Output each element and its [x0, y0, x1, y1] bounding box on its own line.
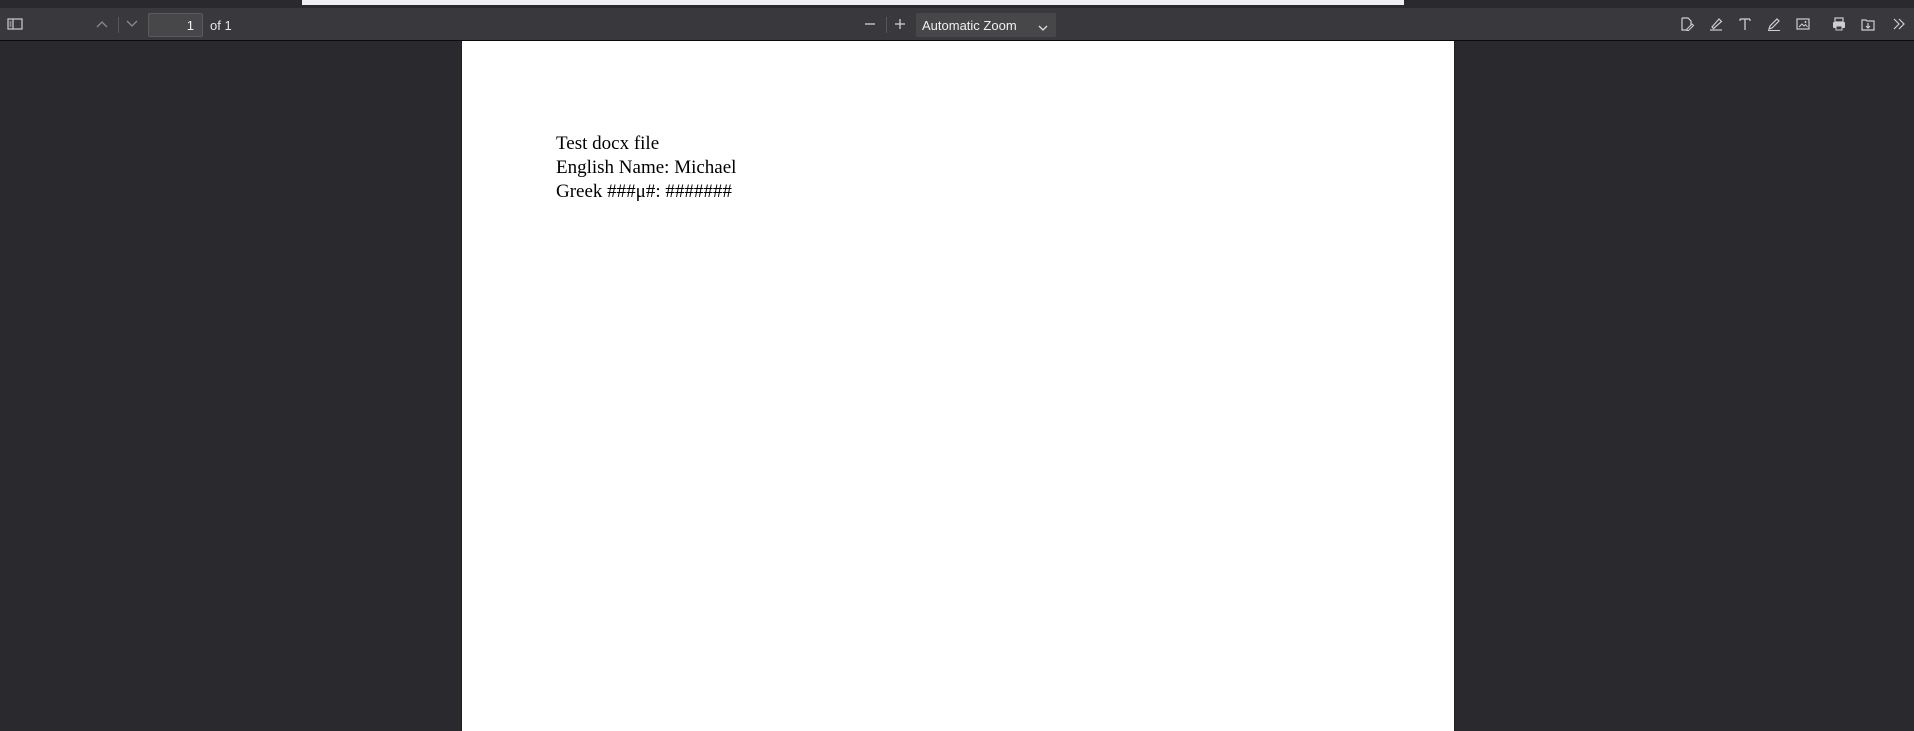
page-count-label: of 1 [210, 18, 232, 33]
image-icon [1795, 16, 1811, 32]
add-image-button[interactable] [1790, 12, 1816, 36]
page-number-input[interactable] [148, 13, 203, 37]
zoom-select[interactable]: Automatic Zoom [916, 13, 1056, 37]
sidebar-toggle-icon [7, 17, 23, 31]
add-text-button[interactable] [1732, 12, 1758, 36]
chevron-up-icon [95, 19, 109, 29]
print-icon [1831, 16, 1847, 32]
browser-top-bar [302, 0, 1404, 5]
download-icon [1860, 16, 1876, 32]
highlight-icon [1708, 16, 1724, 32]
page-text-layer: Test docx file English Name: Michael Gre… [556, 132, 736, 204]
tools-button[interactable] [1886, 12, 1912, 36]
zoom-select-value: Automatic Zoom [922, 17, 1017, 33]
pdf-toolbar: of 1 Automatic Zoom [0, 8, 1914, 41]
browser-top-strip [0, 0, 1914, 8]
document-line: English Name: Michael [556, 157, 737, 178]
text-icon [1737, 16, 1753, 32]
minus-icon [863, 17, 877, 31]
draw-pen-icon [1766, 16, 1782, 32]
next-page-button[interactable] [119, 12, 145, 36]
highlight-button[interactable] [1703, 12, 1729, 36]
sidebar-toggle-button[interactable] [2, 12, 28, 36]
chevron-down-icon [1038, 20, 1048, 35]
document-viewer[interactable]: Test docx file English Name: Michael Gre… [0, 41, 1914, 731]
double-chevron-right-icon [1891, 17, 1907, 31]
draw-button[interactable] [1761, 12, 1787, 36]
previous-page-button[interactable] [89, 12, 115, 36]
signature-icon [1679, 16, 1695, 32]
document-line: Test docx file [556, 133, 660, 154]
zoom-out-button[interactable] [857, 12, 883, 36]
plus-icon [893, 17, 907, 31]
zoom-in-button[interactable] [887, 12, 913, 36]
print-button[interactable] [1826, 12, 1852, 36]
chevron-down-icon [125, 19, 139, 29]
document-line: Greek ###μ#: ####### [556, 181, 732, 202]
save-button[interactable] [1855, 12, 1881, 36]
signature-button[interactable] [1674, 12, 1700, 36]
pdf-page: Test docx file English Name: Michael Gre… [462, 41, 1454, 731]
